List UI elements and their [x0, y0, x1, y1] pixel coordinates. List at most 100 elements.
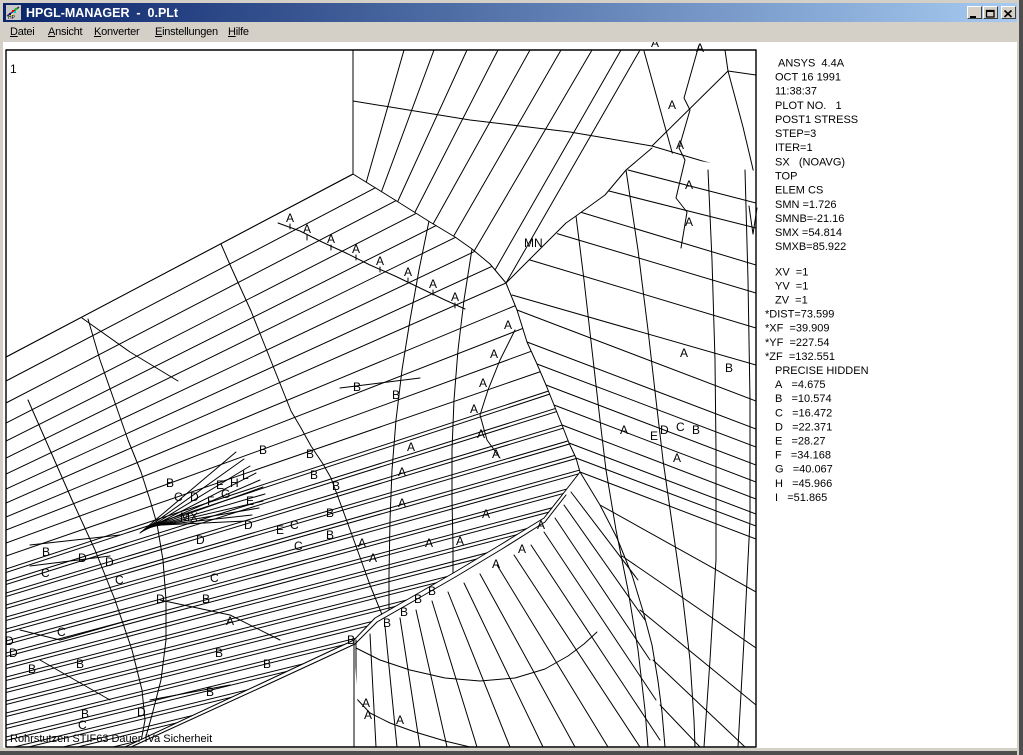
svg-text:D: D [660, 423, 669, 437]
svg-text:MX: MX [180, 510, 198, 524]
svg-text:B: B [166, 476, 174, 490]
svg-text:C: C [676, 420, 685, 434]
svg-text:C: C [78, 718, 87, 732]
svg-text:G =40.067: G =40.067 [775, 464, 833, 476]
svg-text:SMN =1.726: SMN =1.726 [775, 199, 836, 211]
svg-text:E: E [276, 523, 284, 537]
svg-text:Rohrstutzen STIF63 Dauer IVa S: Rohrstutzen STIF63 Dauer IVa Sicherheit [10, 733, 212, 745]
svg-text:B: B [392, 388, 400, 402]
svg-text:HP: HP [8, 15, 16, 20]
svg-text:B: B [202, 592, 210, 606]
svg-text:B: B [347, 633, 355, 647]
svg-text:POST1 STRESS: POST1 STRESS [775, 114, 858, 126]
svg-text:A: A [429, 277, 437, 291]
svg-text:A: A [477, 427, 485, 441]
svg-text:F =34.168: F =34.168 [775, 450, 831, 462]
svg-text:B: B [692, 423, 700, 437]
svg-text:A: A [358, 536, 366, 550]
svg-text:A: A [396, 713, 404, 727]
svg-text:B: B [326, 506, 334, 520]
svg-text:PRECISE HIDDEN: PRECISE HIDDEN [775, 365, 869, 377]
svg-text:D: D [137, 705, 146, 719]
svg-text:B: B [725, 361, 733, 375]
svg-text:A: A [492, 557, 500, 571]
svg-text:*ZF =132.551: *ZF =132.551 [765, 351, 835, 363]
svg-text:C: C [57, 625, 66, 639]
svg-text:E: E [246, 494, 254, 508]
svg-text:D: D [196, 533, 205, 547]
svg-text:A: A [398, 465, 406, 479]
svg-text:B =10.574: B =10.574 [775, 393, 832, 405]
svg-text:OCT 16 1991: OCT 16 1991 [775, 72, 841, 84]
svg-text:B: B [215, 646, 223, 660]
svg-text:D: D [105, 555, 114, 569]
svg-text:11:38:37: 11:38:37 [775, 86, 817, 98]
svg-text:C: C [115, 573, 124, 587]
svg-text:YV =1: YV =1 [775, 280, 808, 292]
svg-text:TOP: TOP [775, 171, 797, 183]
svg-text:C: C [290, 518, 299, 532]
svg-text:SMXB=85.922: SMXB=85.922 [775, 241, 846, 253]
svg-text:A: A [651, 42, 659, 50]
svg-text:A: A [504, 318, 512, 332]
svg-text:E =28.27: E =28.27 [775, 436, 825, 448]
svg-text:B: B [414, 592, 422, 606]
svg-text:C: C [294, 539, 303, 553]
svg-text:L: L [242, 468, 249, 482]
svg-text:A =4.675: A =4.675 [775, 379, 825, 391]
svg-text:I =51.865: I =51.865 [775, 492, 827, 504]
svg-text:A: A [456, 534, 464, 548]
svg-text:SMX =54.814: SMX =54.814 [775, 227, 842, 239]
svg-text:B: B [332, 479, 340, 493]
svg-text:D =22.371: D =22.371 [775, 421, 832, 433]
svg-text:A: A [537, 518, 545, 532]
svg-text:A: A [303, 222, 311, 236]
svg-text:A: A [490, 347, 498, 361]
svg-text:A: A [226, 614, 234, 628]
svg-text:A: A [470, 402, 478, 416]
svg-text:G: G [221, 487, 230, 501]
svg-text:B: B [263, 657, 271, 671]
svg-text:D: D [244, 518, 253, 532]
svg-text:A: A [479, 376, 487, 390]
svg-text:B: B [76, 657, 84, 671]
svg-text:C: C [174, 490, 183, 504]
svg-text:MN: MN [524, 236, 543, 250]
svg-text:B: B [206, 685, 214, 699]
svg-text:B: B [353, 380, 361, 394]
svg-text:*DIST=73.599: *DIST=73.599 [765, 309, 834, 321]
svg-text:B: B [400, 605, 408, 619]
svg-text:A: A [673, 451, 681, 465]
svg-text:B: B [306, 447, 314, 461]
svg-text:A: A [404, 265, 412, 279]
svg-text:A: A [668, 98, 676, 112]
svg-text:B: B [383, 616, 391, 630]
svg-text:H: H [230, 476, 239, 490]
svg-text:A: A [364, 708, 372, 722]
svg-text:B: B [310, 468, 318, 482]
svg-text:D: D [78, 551, 87, 565]
svg-text:E: E [650, 429, 658, 443]
svg-text:D: D [156, 592, 165, 606]
svg-text:B: B [28, 662, 36, 676]
svg-text:A: A [352, 242, 360, 256]
svg-text:A: A [407, 440, 415, 454]
svg-text:STEP=3: STEP=3 [775, 128, 816, 140]
svg-text:A: A [482, 507, 490, 521]
svg-text:A: A [620, 423, 628, 437]
svg-text:ANSYS 4.4A: ANSYS 4.4A [778, 57, 845, 69]
svg-text:ZV =1: ZV =1 [775, 295, 808, 307]
svg-text:D: D [190, 490, 199, 504]
svg-text:H =45.966: H =45.966 [775, 478, 832, 490]
svg-text:A: A [451, 290, 459, 304]
svg-text:B: B [326, 528, 334, 542]
svg-text:A: A [680, 346, 688, 360]
svg-text:C: C [210, 571, 219, 585]
svg-text:A: A [696, 42, 704, 55]
svg-text:A: A [327, 232, 335, 246]
svg-text:ITER=1: ITER=1 [775, 142, 813, 154]
svg-text:B: B [428, 584, 436, 598]
svg-text:B: B [259, 443, 267, 457]
svg-text:C: C [41, 566, 50, 580]
svg-text:PLOT NO. 1: PLOT NO. 1 [775, 100, 842, 112]
